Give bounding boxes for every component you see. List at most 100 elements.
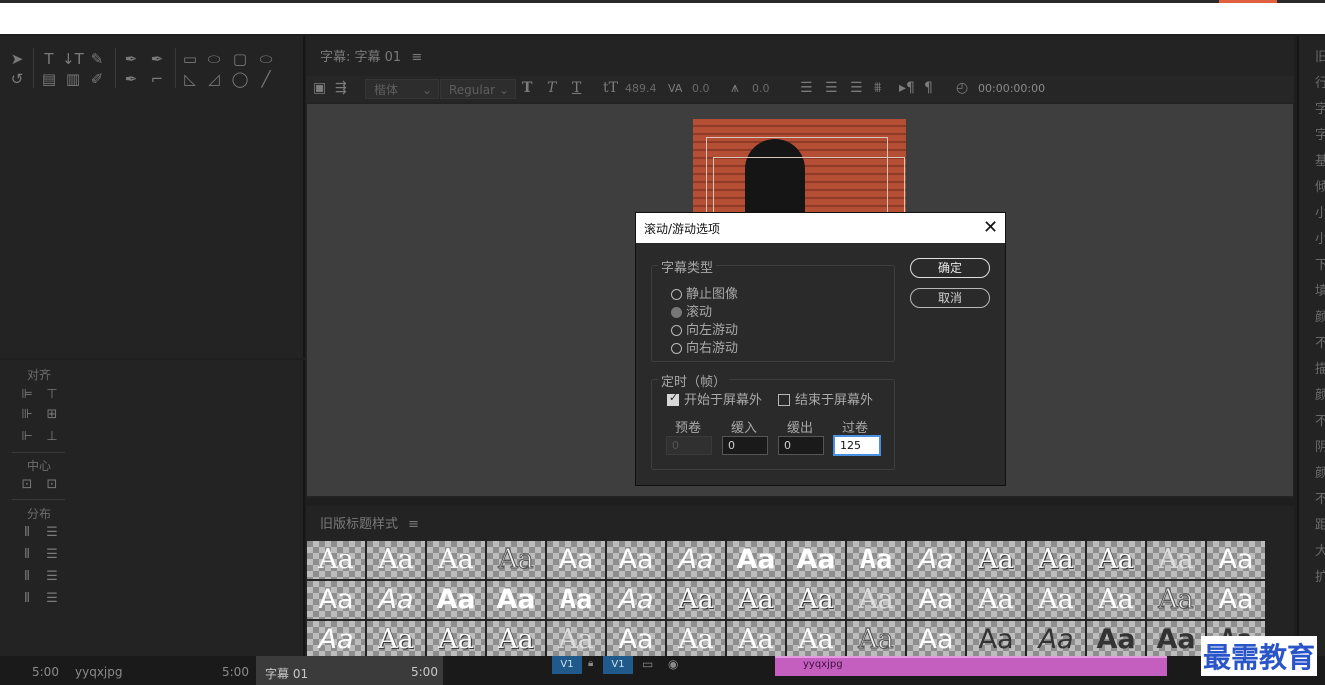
paragraph-icon[interactable]: ¶	[924, 80, 933, 96]
radio-dot[interactable]	[671, 325, 682, 336]
start-offscreen-checkbox[interactable]: 开始于屏幕外	[667, 389, 762, 408]
style-swatch[interactable]: Aa	[427, 581, 485, 619]
style-swatch[interactable]: Aa	[907, 541, 965, 579]
pen-tool-icon[interactable]: ✒	[122, 50, 140, 68]
style-swatch[interactable]: Aa	[727, 621, 785, 656]
style-swatch[interactable]: Aa	[907, 581, 965, 619]
style-swatch[interactable]: Aa	[967, 621, 1025, 656]
align-top-icon[interactable]: ⊤	[43, 386, 61, 404]
style-swatch[interactable]: Aa	[967, 541, 1025, 579]
leading-value[interactable]: 0.0	[752, 82, 770, 95]
distribute-middle-icon[interactable]: ☰	[43, 546, 61, 564]
title-type-radio[interactable]: 滚动	[671, 301, 712, 320]
style-swatch[interactable]: Aa	[307, 541, 365, 579]
style-swatch[interactable]: Aa	[667, 621, 725, 656]
style-swatch[interactable]: Aa	[607, 541, 665, 579]
editor-menu-icon[interactable]: ≡	[411, 50, 422, 65]
styles-panel-tab[interactable]: 旧版标题样式 ≡	[320, 513, 419, 532]
style-swatch[interactable]: Aa	[1147, 541, 1205, 579]
style-swatch[interactable]: Aa	[1027, 581, 1085, 619]
style-swatch[interactable]: Aa	[1027, 621, 1085, 656]
timeline-clip[interactable]: yyqxjpg	[775, 656, 1167, 676]
title-type-radio[interactable]: 向左游动	[671, 319, 738, 338]
style-swatch[interactable]: Aa	[1147, 581, 1205, 619]
style-swatch[interactable]: Aa	[1147, 621, 1205, 656]
delete-anchor-tool-icon[interactable]: ✒	[148, 50, 166, 68]
cancel-button[interactable]: 取消	[910, 288, 990, 308]
distribute-h-space-icon[interactable]: ⫴	[18, 590, 36, 608]
title-type-radio[interactable]: 静止图像	[671, 283, 738, 302]
align-v-center-icon[interactable]: ⊞	[43, 406, 61, 424]
rounded-rectangle-tool-icon[interactable]: ⬭	[205, 50, 223, 68]
style-swatch[interactable]: Aa	[427, 621, 485, 656]
distribute-top-icon[interactable]: ☰	[43, 524, 61, 542]
style-swatch[interactable]: Aa	[727, 541, 785, 579]
style-swatch[interactable]: Aa	[547, 581, 605, 619]
title-type-radio[interactable]: 向右游动	[671, 337, 738, 356]
sync-lock-icon[interactable]: ▭	[642, 657, 653, 671]
vertical-path-type-tool-icon[interactable]: ✐	[88, 70, 106, 88]
style-swatch[interactable]: Aa	[307, 581, 365, 619]
align-right-text-icon[interactable]: ☰	[850, 80, 863, 96]
ease-in-input[interactable]: 0	[722, 436, 768, 455]
lock-icon[interactable]: 🔒︎	[588, 658, 593, 669]
close-icon[interactable]: ✕	[983, 217, 998, 238]
checkbox-box[interactable]	[667, 391, 679, 406]
arc-tool-icon[interactable]: ◿	[205, 70, 223, 88]
distribute-left-icon[interactable]: ⫴	[18, 524, 36, 542]
style-swatch[interactable]: Aa	[367, 621, 425, 656]
style-swatch[interactable]: Aa	[847, 581, 905, 619]
roll-crawl-options-icon[interactable]: ▣	[313, 80, 326, 96]
vertical-area-type-tool-icon[interactable]: ▥	[64, 70, 82, 88]
subtitle-item-name[interactable]: 字幕 01	[265, 665, 308, 682]
style-swatch[interactable]: Aa	[487, 541, 545, 579]
ease-out-input[interactable]: 0	[778, 436, 824, 455]
show-background-icon[interactable]: ▸¶	[899, 80, 915, 96]
track-v1-source[interactable]: V1	[552, 656, 582, 674]
end-offscreen-checkbox[interactable]: 结束于屏幕外	[778, 389, 873, 408]
distribute-v-space-icon[interactable]: ☰	[43, 590, 61, 608]
radio-dot[interactable]	[671, 343, 682, 354]
editor-tab[interactable]: 字幕: 字幕 01 ≡	[320, 46, 422, 65]
align-left-text-icon[interactable]: ☰	[800, 80, 813, 96]
path-type-tool-icon[interactable]: ✎	[88, 50, 106, 68]
style-swatch[interactable]: Aa	[967, 581, 1025, 619]
style-swatch[interactable]: Aa	[667, 581, 725, 619]
style-swatch[interactable]: Aa	[607, 581, 665, 619]
style-swatch[interactable]: Aa	[847, 621, 905, 656]
style-swatch[interactable]: Aa	[547, 621, 605, 656]
vertical-type-tool-icon[interactable]: ↓T	[62, 50, 84, 68]
bold-icon[interactable]: T	[522, 80, 532, 96]
font-style-dropdown[interactable]: Regular ⌄	[440, 79, 516, 99]
style-swatch[interactable]: Aa	[787, 621, 845, 656]
ok-button[interactable]: 确定	[910, 258, 990, 278]
align-center-text-icon[interactable]: ☰	[825, 80, 838, 96]
style-swatch[interactable]: Aa	[427, 541, 485, 579]
style-swatch[interactable]: Aa	[547, 541, 605, 579]
rounded-corner-tool-icon[interactable]: ⬭	[257, 50, 275, 68]
rectangle-tool-icon[interactable]: ▭	[181, 50, 199, 68]
project-item-name[interactable]: yyqxjpg	[75, 665, 123, 679]
line-tool-icon[interactable]: ╱	[257, 70, 275, 88]
style-swatch[interactable]: Aa	[847, 541, 905, 579]
style-swatch[interactable]: Aa	[607, 621, 665, 656]
tab-stops-icon[interactable]: ⇶	[335, 80, 347, 96]
style-swatch[interactable]: Aa	[487, 581, 545, 619]
radio-dot[interactable]	[671, 289, 682, 300]
align-right-icon[interactable]: ⊩	[18, 428, 36, 446]
style-swatch[interactable]: Aa	[727, 581, 785, 619]
styles-menu-icon[interactable]: ≡	[408, 517, 419, 532]
style-swatch[interactable]: Aa	[1087, 581, 1145, 619]
style-swatch[interactable]: Aa	[307, 621, 365, 656]
selection-tool-icon[interactable]: ➤	[8, 50, 26, 68]
center-horizontal-icon[interactable]: ⊡	[18, 476, 36, 494]
radio-dot[interactable]	[671, 307, 682, 318]
align-h-center-icon[interactable]: ⊪	[18, 406, 36, 424]
tab-stops-toolbar-icon[interactable]: ⩩	[874, 80, 881, 96]
font-family-dropdown[interactable]: 楷体 ⌄	[365, 79, 439, 99]
ellipse-tool-icon[interactable]: ◯	[231, 70, 249, 88]
checkbox-box[interactable]	[778, 394, 790, 406]
italic-icon[interactable]: T	[547, 80, 556, 96]
track-v1-target[interactable]: V1	[603, 656, 633, 674]
distribute-center-icon[interactable]: ⫴	[18, 546, 36, 564]
